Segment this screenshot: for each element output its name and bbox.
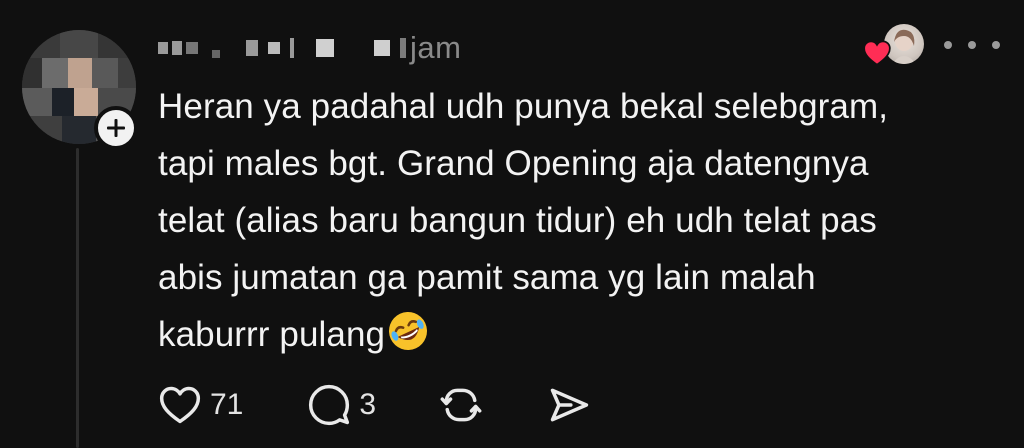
reply-count: 3	[359, 388, 377, 421]
send-icon	[550, 388, 589, 422]
like-count: 71	[210, 388, 244, 421]
dot-icon	[992, 41, 1000, 49]
comment-bubble-icon	[309, 384, 350, 426]
post-body: Heran ya padahal udh punya bekal selebgr…	[158, 78, 998, 363]
rolling-on-floor-laughing-emoji-icon	[389, 312, 428, 350]
heart-outline-icon	[159, 386, 201, 424]
share-button[interactable]	[546, 383, 592, 427]
like-button[interactable]: 71	[158, 384, 243, 426]
dot-icon	[968, 41, 976, 49]
post-header: jam	[158, 28, 461, 68]
action-bar: 71 3	[158, 380, 592, 430]
repost-button[interactable]	[438, 383, 484, 427]
post-timestamp: jam	[410, 30, 462, 65]
thread-line	[76, 148, 79, 448]
plus-icon	[107, 119, 125, 137]
username-redacted	[158, 35, 406, 61]
heart-filled-icon	[863, 40, 891, 66]
dot-icon	[944, 41, 952, 49]
follow-button[interactable]	[94, 106, 138, 150]
more-options-button[interactable]	[944, 30, 1000, 60]
liked-heart-badge	[862, 38, 892, 68]
repost-icon	[440, 388, 482, 422]
post-text: Heran ya padahal udh punya bekal selebgr…	[158, 87, 889, 354]
reply-button[interactable]: 3	[307, 383, 376, 427]
